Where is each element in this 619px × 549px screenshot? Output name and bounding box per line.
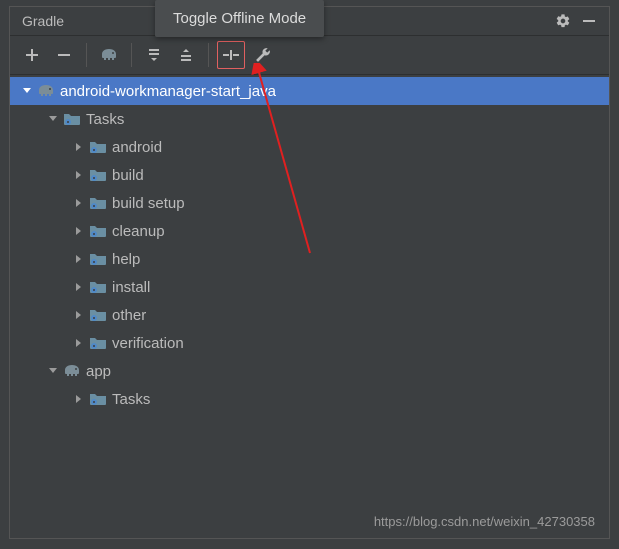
watermark: https://blog.csdn.net/weixin_42730358 xyxy=(374,514,595,529)
tree-row[interactable]: cleanup xyxy=(10,217,609,245)
tree-row[interactable]: build xyxy=(10,161,609,189)
tree-row-label: android xyxy=(112,139,162,156)
chevron-right-icon[interactable] xyxy=(72,168,86,182)
tree-row-label: Tasks xyxy=(86,111,124,128)
tree-row[interactable]: android xyxy=(10,133,609,161)
folder-icon xyxy=(88,389,108,409)
chevron-right-icon[interactable] xyxy=(72,252,86,266)
reload-button[interactable] xyxy=(95,41,123,69)
gradle-icon xyxy=(36,81,56,101)
tree-row[interactable]: Tasks xyxy=(10,385,609,413)
tree-row[interactable]: android-workmanager-start_java xyxy=(10,77,609,105)
folder-icon xyxy=(88,249,108,269)
toolbar xyxy=(10,36,609,75)
wrench-button[interactable] xyxy=(249,41,277,69)
tree-row[interactable]: other xyxy=(10,301,609,329)
folder-icon xyxy=(88,193,108,213)
tree-row[interactable]: app xyxy=(10,357,609,385)
gradle-icon xyxy=(62,361,82,381)
tree-row-label: app xyxy=(86,363,111,380)
expand-all-button[interactable] xyxy=(140,41,168,69)
folder-icon xyxy=(88,277,108,297)
chevron-right-icon[interactable] xyxy=(72,196,86,210)
tree-row-label: other xyxy=(112,307,146,324)
folder-icon xyxy=(88,165,108,185)
chevron-right-icon[interactable] xyxy=(72,336,86,350)
chevron-right-icon[interactable] xyxy=(72,224,86,238)
tree-row-label: android-workmanager-start_java xyxy=(60,83,276,100)
remove-button[interactable] xyxy=(50,41,78,69)
tree-row[interactable]: help xyxy=(10,245,609,273)
collapse-all-button[interactable] xyxy=(172,41,200,69)
tree-row-label: Tasks xyxy=(112,391,150,408)
toolbar-separator xyxy=(131,43,132,67)
folder-icon xyxy=(88,305,108,325)
folder-icon xyxy=(88,221,108,241)
tree-row[interactable]: Tasks xyxy=(10,105,609,133)
toolbar-separator xyxy=(86,43,87,67)
toggle-offline-button[interactable] xyxy=(217,41,245,69)
chevron-right-icon[interactable] xyxy=(72,308,86,322)
tree-row[interactable]: verification xyxy=(10,329,609,357)
gradle-panel: Gradle android-workmanager-start_javaTas… xyxy=(9,6,610,539)
chevron-right-icon[interactable] xyxy=(72,280,86,294)
project-tree[interactable]: android-workmanager-start_java Tasks andro… xyxy=(10,75,609,538)
chevron-down-icon[interactable] xyxy=(20,84,34,98)
tree-row-label: build setup xyxy=(112,195,185,212)
chevron-down-icon[interactable] xyxy=(46,112,60,126)
tree-row[interactable]: build setup xyxy=(10,189,609,217)
settings-icon[interactable] xyxy=(553,11,573,31)
folder-icon xyxy=(88,333,108,353)
folder-icon xyxy=(62,109,82,129)
minimize-icon[interactable] xyxy=(579,11,599,31)
tooltip: Toggle Offline Mode xyxy=(155,0,324,37)
tree-row[interactable]: install xyxy=(10,273,609,301)
folder-icon xyxy=(88,137,108,157)
add-button[interactable] xyxy=(18,41,46,69)
tree-row-label: build xyxy=(112,167,144,184)
chevron-right-icon[interactable] xyxy=(72,140,86,154)
tree-row-label: help xyxy=(112,251,140,268)
toolbar-separator xyxy=(208,43,209,67)
tree-row-label: install xyxy=(112,279,150,296)
tree-row-label: cleanup xyxy=(112,223,165,240)
tree-row-label: verification xyxy=(112,335,184,352)
chevron-right-icon[interactable] xyxy=(72,392,86,406)
chevron-down-icon[interactable] xyxy=(46,364,60,378)
